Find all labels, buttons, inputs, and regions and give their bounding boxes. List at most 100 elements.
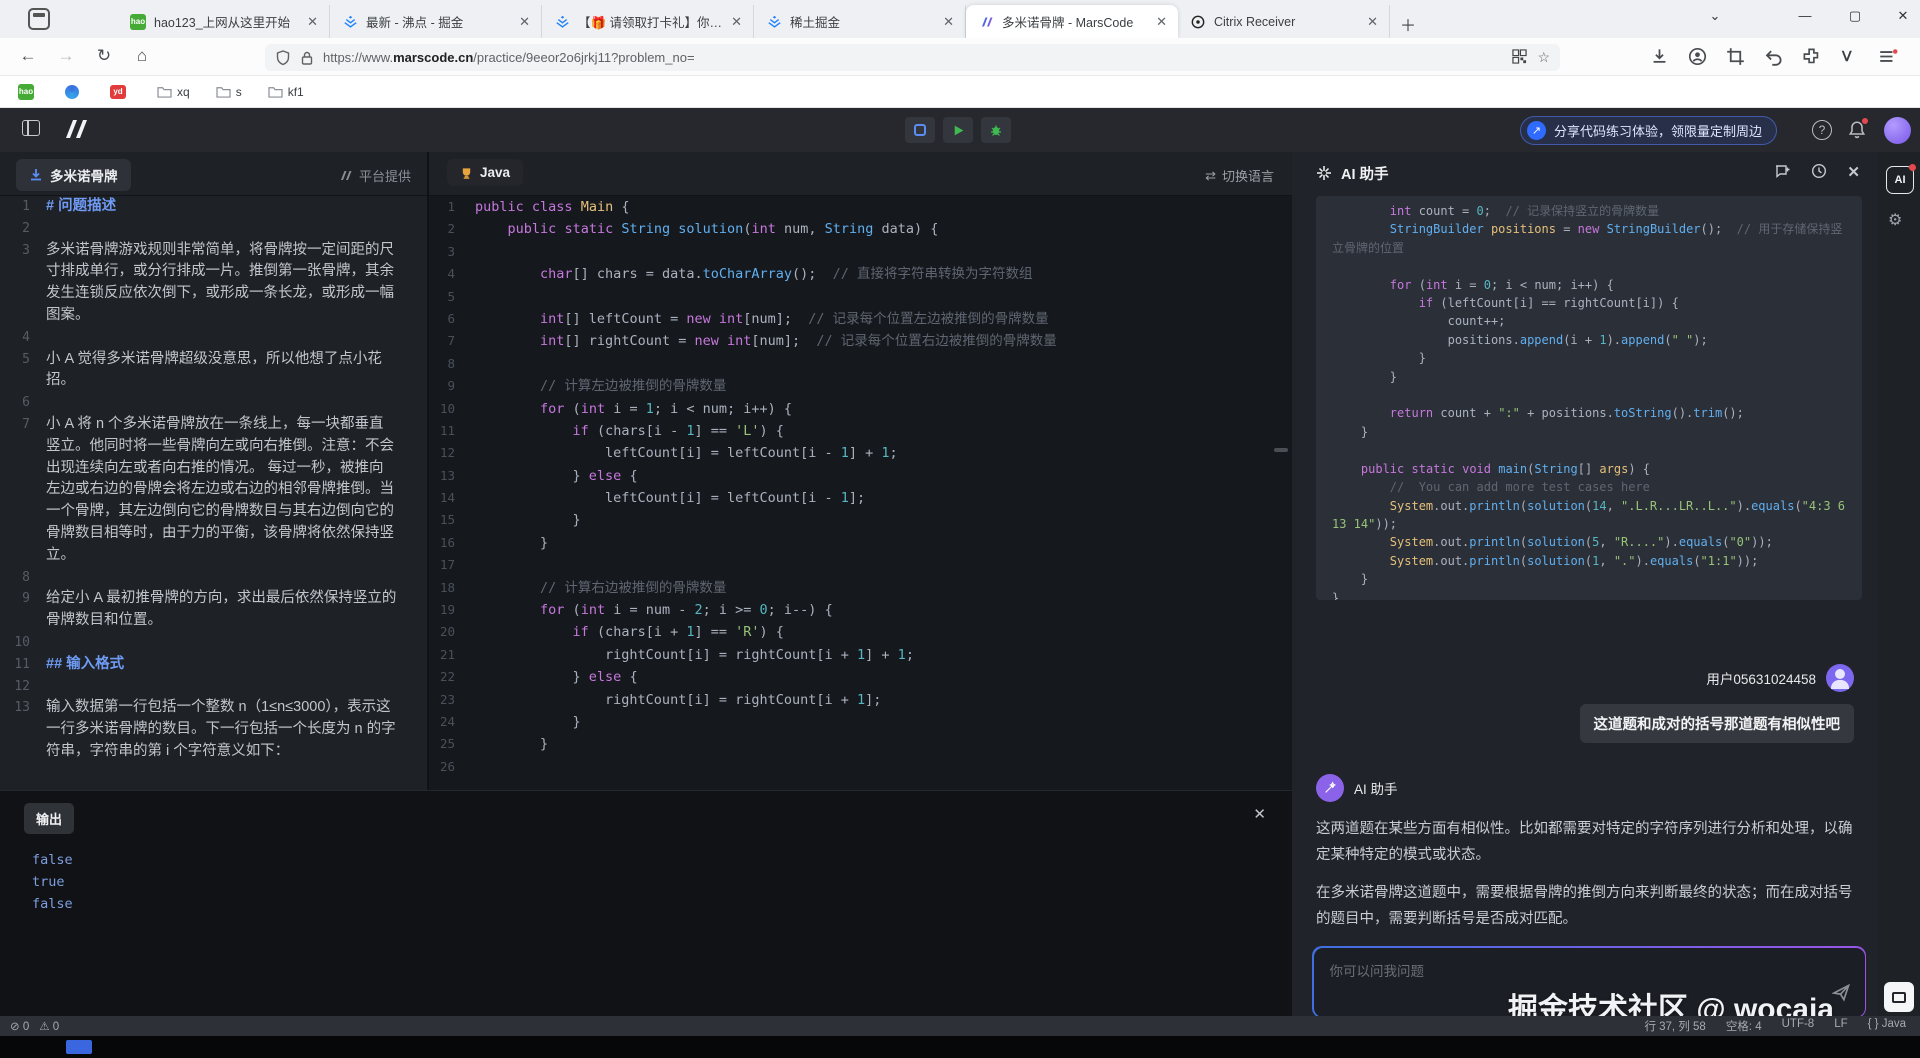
status-item[interactable]: LF xyxy=(1834,1018,1847,1034)
qr-code-icon[interactable] xyxy=(1512,49,1527,67)
tab-close-icon[interactable]: ✕ xyxy=(516,14,533,30)
ai-rail-badge[interactable]: AI xyxy=(1886,166,1914,194)
notifications-bell-icon[interactable] xyxy=(1848,120,1866,144)
run-button[interactable] xyxy=(943,117,973,143)
output-tab[interactable]: 输出 xyxy=(24,803,74,834)
juejin-icon xyxy=(766,14,782,30)
browser-tab[interactable]: Citrix Receiver✕ xyxy=(1178,5,1390,38)
tab-close-icon[interactable]: ✕ xyxy=(728,14,745,30)
ai-close-icon[interactable]: ✕ xyxy=(1847,163,1860,183)
output-line: false xyxy=(32,849,73,871)
bookmark-star-icon[interactable]: ☆ xyxy=(1537,49,1550,66)
ai-code-block[interactable]: int count = 0; // 记录保持竖立的骨牌数量 StringBuil… xyxy=(1316,196,1862,600)
tab-title: hao123_上网从这里开始 xyxy=(154,12,298,31)
tab-close-icon[interactable]: ✕ xyxy=(940,14,957,30)
new-chat-icon[interactable] xyxy=(1774,163,1791,183)
browser-tab[interactable]: hao hao123_上网从这里开始 ✕ xyxy=(118,5,330,38)
bookmark-item[interactable]: xq xyxy=(157,85,190,99)
tab-close-icon[interactable]: ✕ xyxy=(304,14,321,30)
sidebar-toggle-icon[interactable] xyxy=(22,120,40,136)
problem-title-chip[interactable]: 多米诺骨牌 xyxy=(16,159,131,191)
code-line: 24 } xyxy=(429,711,1292,733)
tab-close-icon[interactable]: ✕ xyxy=(1153,14,1170,30)
bookmark-item[interactable] xyxy=(65,85,84,99)
output-close-icon[interactable]: ✕ xyxy=(1253,805,1266,823)
right-rail: AI ⚙ xyxy=(1878,152,1920,1016)
output-panel: 输出 ✕ falsetruefalse xyxy=(0,790,1292,1016)
tab-title: 最新 - 沸点 - 掘金 xyxy=(366,12,510,31)
new-tab-button[interactable]: ＋ xyxy=(1400,12,1416,36)
help-icon[interactable]: ? xyxy=(1812,120,1832,140)
ai-assistant-panel: AI 助手 ✕ int count = 0; // 记录保持竖立的骨牌数量 St… xyxy=(1292,152,1878,1016)
language-tab[interactable]: Java xyxy=(447,159,523,186)
address-bar[interactable]: https://www.marscode.cn/practice/9eeor2o… xyxy=(265,44,1560,71)
editor-scrollbar[interactable] xyxy=(1274,448,1288,452)
share-banner[interactable]: ↗ 分享代码练习体验，领限量定制周边 xyxy=(1520,116,1777,145)
hao-icon: hao xyxy=(130,14,146,30)
v-extension-icon[interactable]: 𝖵 xyxy=(1842,48,1852,65)
tools-gear-icon[interactable]: ⚙ xyxy=(1888,210,1902,230)
status-problem-count[interactable]: ⊘ 0 xyxy=(10,1019,29,1033)
editor-header: Java ⇄ 切换语言 xyxy=(429,152,1292,196)
status-bar: ⊘ 0 ⚠ 0 行 37, 列 58 空格: 4 UTF-8 LF { } Java xyxy=(0,1016,1920,1036)
code-line xyxy=(1332,386,1846,404)
forward-button[interactable]: → xyxy=(54,46,78,66)
browser-tab[interactable]: 多米诺骨牌 - MarsCode✕ xyxy=(966,5,1178,38)
downloads-icon[interactable] xyxy=(1650,47,1669,66)
status-item[interactable]: 空格: 4 xyxy=(1726,1018,1762,1034)
code-line: 7 int[] rightCount = new int[num]; // 记录… xyxy=(429,330,1292,352)
bookmark-item[interactable]: s xyxy=(216,85,242,99)
bookmark-label: xq xyxy=(177,85,190,99)
code-line: count++; xyxy=(1332,312,1846,330)
floating-widget-button[interactable] xyxy=(1884,982,1914,1012)
browser-tab[interactable]: 【🎁 请领取打卡礼】你的 AI 代✕ xyxy=(542,5,754,38)
workspaces-icon[interactable] xyxy=(28,8,50,30)
shield-icon xyxy=(275,50,291,66)
screenshot-icon[interactable] xyxy=(1726,47,1745,66)
bookmark-item[interactable]: kf1 xyxy=(268,85,304,99)
code-line: int count = 0; // 记录保持竖立的骨牌数量 xyxy=(1332,202,1846,220)
bookmark-item[interactable]: hao xyxy=(18,84,39,100)
undo-icon[interactable] xyxy=(1764,47,1783,66)
maximize-button[interactable]: ▢ xyxy=(1840,8,1870,24)
ai-badge-label: AI xyxy=(1895,174,1906,186)
ai-badge-dot xyxy=(1909,164,1916,171)
problem-description[interactable]: 1# 问题描述2 3多米诺骨牌游戏规则非常简单，将骨牌按一定间距的尺寸排成单行，… xyxy=(0,196,427,790)
browser-tab[interactable]: 稀土掘金✕ xyxy=(754,5,966,38)
code-editor[interactable]: 1public class Main {2 public static Stri… xyxy=(429,196,1292,790)
history-clock-icon[interactable] xyxy=(1811,163,1827,183)
close-window-button[interactable]: ✕ xyxy=(1888,8,1918,24)
status-item[interactable]: 行 37, 列 58 xyxy=(1644,1018,1705,1034)
bookmark-item[interactable]: yd xyxy=(110,85,131,99)
output-line: false xyxy=(32,893,73,915)
code-line: 18 // 计算右边被推倒的骨牌数量 xyxy=(429,577,1292,599)
status-item[interactable]: UTF-8 xyxy=(1782,1018,1815,1034)
user-avatar[interactable] xyxy=(1884,117,1911,144)
code-line: return count + ":" + positions.toString(… xyxy=(1332,404,1846,422)
taskbar-active-app[interactable] xyxy=(66,1040,92,1054)
switch-language-button[interactable]: ⇄ 切换语言 xyxy=(1205,166,1274,185)
code-line: 10 for (int i = 1; i < num; i++) { xyxy=(429,398,1292,420)
send-icon[interactable] xyxy=(1832,983,1851,1007)
problem-line: 10 xyxy=(0,632,427,654)
debug-button[interactable] xyxy=(981,117,1011,143)
status-item[interactable]: { } Java xyxy=(1868,1018,1906,1034)
profile-icon[interactable] xyxy=(1688,47,1707,66)
code-line: } xyxy=(1332,589,1846,600)
browser-menu-icon[interactable] xyxy=(1878,47,1898,66)
problems-counts[interactable]: ⊘ 0 ⚠ 0 xyxy=(10,1019,59,1033)
tab-close-icon[interactable]: ✕ xyxy=(1364,14,1381,30)
back-button[interactable]: ← xyxy=(16,46,40,66)
problem-title: 多米诺骨牌 xyxy=(50,165,118,185)
chevron-down-icon[interactable]: ⌄ xyxy=(1700,8,1730,24)
settings-run-config-button[interactable] xyxy=(905,117,935,143)
status-problem-count[interactable]: ⚠ 0 xyxy=(39,1019,59,1033)
refresh-button[interactable]: ↻ xyxy=(92,46,116,66)
code-line: 22 } else { xyxy=(429,666,1292,688)
hao-icon: hao xyxy=(18,84,34,100)
minimize-button[interactable]: — xyxy=(1790,8,1820,23)
code-line: for (int i = 0; i < num; i++) { xyxy=(1332,276,1846,294)
extensions-puzzle-icon[interactable] xyxy=(1802,47,1821,66)
browser-tab[interactable]: 最新 - 沸点 - 掘金 ✕ xyxy=(330,5,542,38)
home-button[interactable]: ⌂ xyxy=(130,46,154,66)
